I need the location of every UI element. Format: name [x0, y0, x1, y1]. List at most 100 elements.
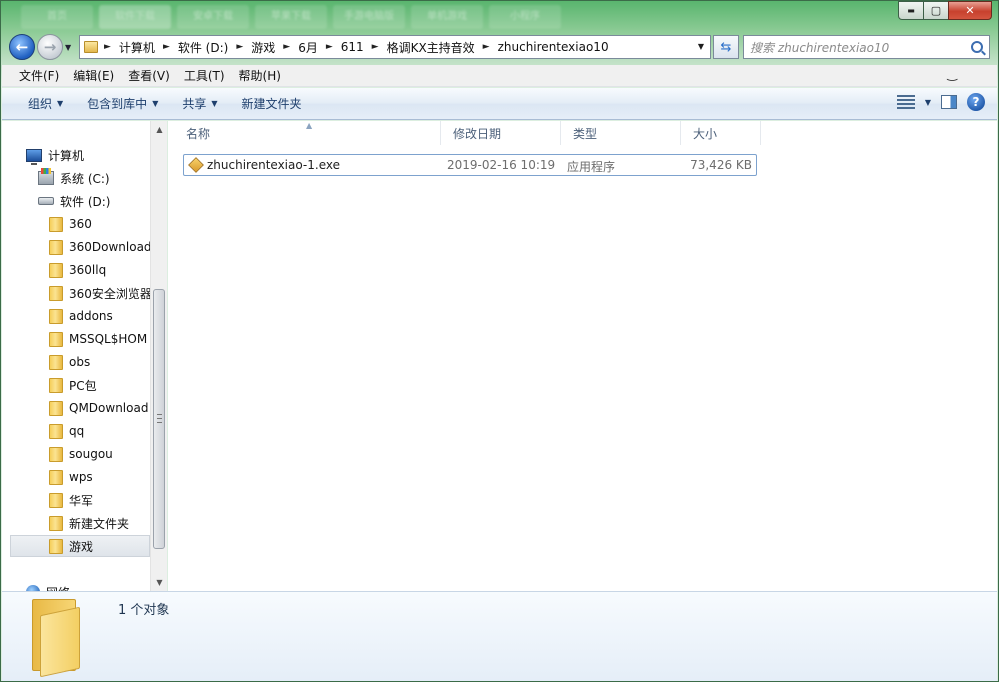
- nav-item-label: 新建文件夹: [69, 516, 130, 531]
- item-count: 1 个对象: [118, 603, 170, 618]
- scrollbar-thumb[interactable]: [153, 289, 165, 549]
- menu-tools[interactable]: 工具(T): [177, 67, 232, 84]
- forward-button[interactable]: →: [37, 34, 63, 60]
- nav-item-folder[interactable]: obs: [49, 351, 90, 373]
- search-input[interactable]: 搜索 zhuchirentexiao10: [743, 35, 990, 59]
- nav-item-label: 软件 (D:): [60, 194, 111, 209]
- back-button[interactable]: ←: [9, 34, 35, 60]
- nav-item-folder[interactable]: 360安全浏览器: [49, 282, 150, 304]
- scroll-up-icon[interactable]: ▲: [151, 121, 168, 138]
- share-button[interactable]: 共享 ▼: [170, 95, 229, 112]
- nav-item-folder[interactable]: 360Download: [49, 236, 150, 258]
- chevron-right-icon[interactable]: ►: [483, 42, 490, 52]
- details-pane: 1 个对象: [2, 591, 997, 681]
- folder-icon: [49, 354, 63, 370]
- menu-edit[interactable]: 编辑(E): [66, 67, 121, 84]
- nav-item-drive-c[interactable]: 系统 (C:): [38, 167, 110, 189]
- nav-item-label: 计算机: [48, 148, 85, 163]
- folder-icon: [49, 239, 63, 255]
- chevron-down-icon: ▼: [65, 42, 72, 52]
- bg-tab: 安卓下载: [177, 5, 249, 29]
- include-in-library-button[interactable]: 包含到库中 ▼: [75, 95, 170, 112]
- nav-item-label: qq: [69, 424, 85, 438]
- address-dropdown-icon[interactable]: ▼: [698, 42, 704, 51]
- folder-icon: [49, 400, 63, 416]
- file-list: ▲ 名称 修改日期 类型 大小 zhuchirentexiao-1.exe 20…: [168, 121, 997, 591]
- breadcrumb-item[interactable]: zhuchirentexiao10: [498, 40, 609, 54]
- search-placeholder: 搜索 zhuchirentexiao10: [750, 40, 890, 55]
- chevron-right-icon[interactable]: ►: [283, 42, 290, 52]
- folder-icon: [49, 423, 63, 439]
- new-folder-button[interactable]: 新建文件夹: [230, 95, 314, 112]
- search-icon[interactable]: [971, 41, 983, 53]
- chevron-right-icon: ►: [104, 42, 111, 52]
- nav-item-drive-d[interactable]: 软件 (D:): [38, 190, 110, 212]
- nav-item-label: 360Download: [69, 240, 150, 254]
- bg-tab: 单机游戏: [411, 5, 483, 29]
- nav-item-label: 系统 (C:): [60, 171, 110, 186]
- address-row: ← → ▼ ► 计算机 ► 软件 (D:) ► 游戏 ► 6月 ► 611 ► …: [9, 34, 990, 60]
- nav-item-folder[interactable]: 新建文件夹: [49, 512, 129, 534]
- address-bar[interactable]: ► 计算机 ► 软件 (D:) ► 游戏 ► 6月 ► 611 ► 格调KX主持…: [79, 35, 711, 59]
- column-header-name[interactable]: 名称: [174, 121, 441, 145]
- scroll-down-icon[interactable]: ▼: [151, 574, 168, 591]
- table-row[interactable]: zhuchirentexiao-1.exe 2019-02-16 10:19 应…: [183, 154, 757, 176]
- breadcrumb-item[interactable]: 游戏: [251, 39, 275, 56]
- close-button[interactable]: ✕: [948, 1, 992, 20]
- menu-file[interactable]: 文件(F): [12, 67, 66, 84]
- chevron-right-icon[interactable]: ►: [163, 42, 170, 52]
- menu-view[interactable]: 查看(V): [121, 67, 177, 84]
- refresh-button[interactable]: ⇆: [713, 35, 739, 59]
- breadcrumb-item[interactable]: 611: [341, 40, 364, 54]
- column-header-type[interactable]: 类型: [561, 121, 681, 145]
- menu-help[interactable]: 帮助(H): [232, 67, 288, 84]
- nav-item-computer[interactable]: 计算机: [26, 144, 84, 166]
- chevron-down-icon[interactable]: ▼: [925, 98, 931, 107]
- command-bar-right: ▼ ?: [896, 93, 985, 111]
- breadcrumb-item[interactable]: 软件 (D:): [178, 39, 228, 56]
- nav-item-folder[interactable]: qq: [49, 420, 84, 442]
- nav-item-network[interactable]: 网络: [26, 581, 70, 591]
- folder-icon: [49, 285, 63, 301]
- drive-icon: [38, 197, 54, 205]
- folder-icon: [49, 538, 63, 554]
- nav-item-folder[interactable]: wps: [49, 466, 93, 488]
- preview-pane-icon[interactable]: [941, 95, 957, 109]
- forward-arrow-icon: →: [43, 38, 57, 56]
- file-size: 73,426 KB: [690, 158, 752, 172]
- nav-item-folder[interactable]: addons: [49, 305, 113, 327]
- nav-item-folder[interactable]: 360llq: [49, 259, 106, 281]
- column-header-date[interactable]: 修改日期: [441, 121, 561, 145]
- nav-item-label: 游戏: [69, 539, 94, 554]
- nav-item-folder[interactable]: PC包: [49, 374, 97, 396]
- breadcrumb-item[interactable]: 格调KX主持音效: [387, 39, 475, 56]
- nav-item-folder[interactable]: QMDownload: [49, 397, 148, 419]
- minimize-icon: ▬: [907, 6, 915, 15]
- chevron-right-icon[interactable]: ►: [326, 42, 333, 52]
- column-header-size[interactable]: 大小: [681, 121, 761, 145]
- breadcrumb-item[interactable]: 计算机: [119, 39, 155, 56]
- nav-item-folder[interactable]: MSSQL$HOM: [49, 328, 147, 350]
- command-bar: 组织 ▼ 包含到库中 ▼ 共享 ▼ 新建文件夹 ▼ ?: [2, 88, 997, 120]
- nav-item-folder[interactable]: 华军: [49, 489, 93, 511]
- nav-scrollbar[interactable]: ▲ ▼: [150, 121, 167, 591]
- help-icon[interactable]: ?: [967, 93, 985, 111]
- organize-button[interactable]: 组织 ▼: [16, 95, 75, 112]
- minimize-button[interactable]: ▬: [898, 1, 924, 20]
- nav-item-label: addons: [69, 309, 113, 323]
- folder-icon: [49, 492, 63, 508]
- nav-item-folder[interactable]: 360: [49, 213, 92, 235]
- nav-item-folder-selected[interactable]: 游戏: [10, 535, 150, 557]
- include-label: 包含到库中: [87, 97, 148, 111]
- change-view-icon[interactable]: [896, 95, 915, 109]
- maximize-button[interactable]: ▢: [923, 1, 949, 20]
- new-folder-label: 新建文件夹: [241, 97, 302, 111]
- nav-item-label: 360llq: [69, 263, 107, 277]
- column-label: 名称: [186, 126, 211, 141]
- recent-pages-button[interactable]: ▼: [65, 43, 75, 52]
- chevron-right-icon[interactable]: ►: [236, 42, 243, 52]
- nav-item-folder[interactable]: sougou: [49, 443, 113, 465]
- computer-icon: [26, 148, 42, 165]
- breadcrumb-item[interactable]: 6月: [298, 39, 318, 56]
- chevron-right-icon[interactable]: ►: [372, 42, 379, 52]
